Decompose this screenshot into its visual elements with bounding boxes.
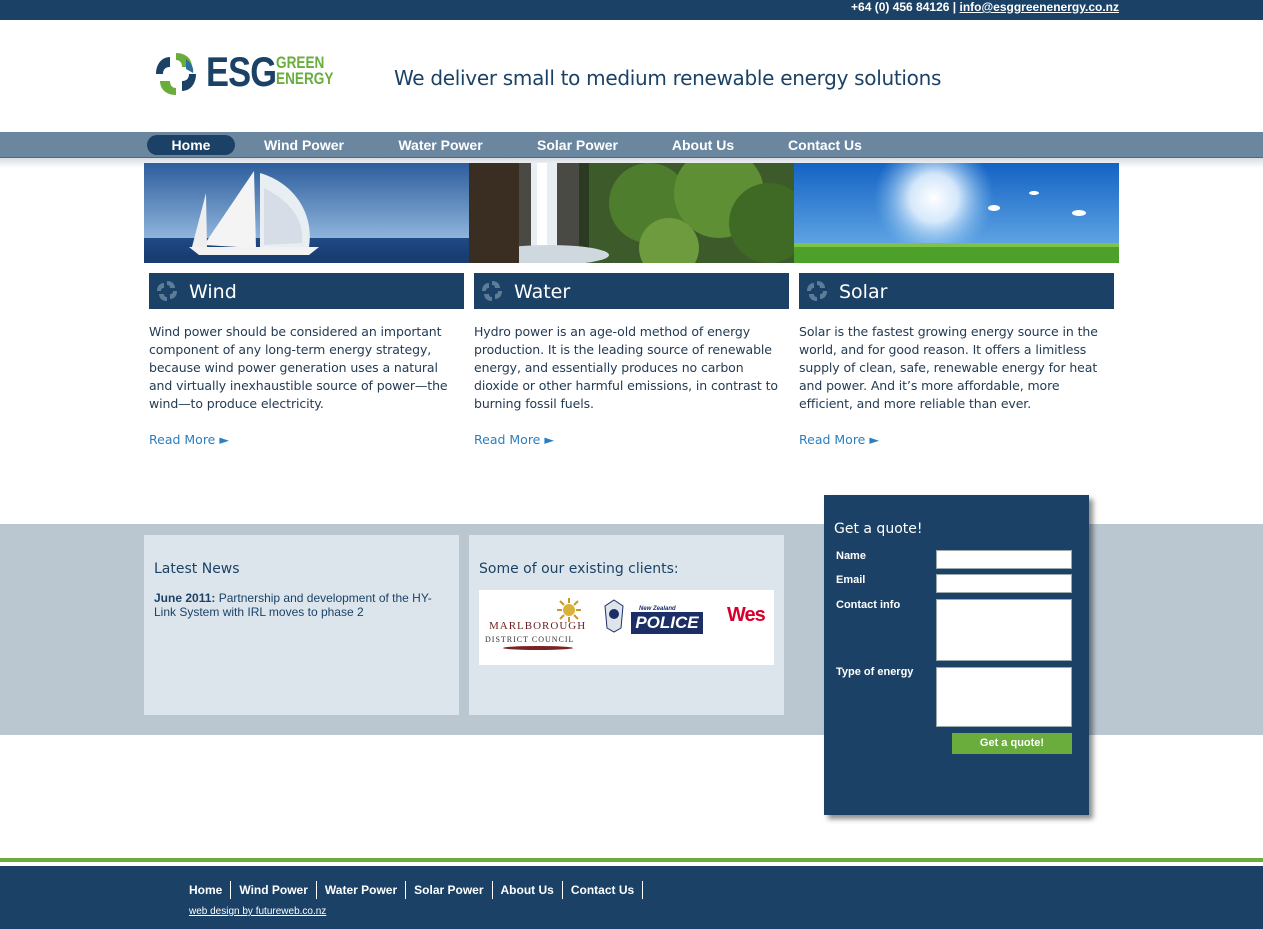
police-badge-icon xyxy=(604,599,624,633)
top-contact-bar: +64 (0) 456 84126 | info@esggreenenergy.… xyxy=(0,0,1263,20)
district-council-text: DISTRICT COUNCIL xyxy=(485,635,575,644)
footer-link-wind-power[interactable]: Wind Power xyxy=(231,881,317,899)
solar-column: Solar Solar is the fastest growing energ… xyxy=(799,273,1114,447)
swirl-icon xyxy=(482,281,502,301)
marlborough-text: MARLBOROUGH xyxy=(489,620,587,632)
footer-link-contact-us[interactable]: Contact Us xyxy=(563,881,644,899)
footer-divider xyxy=(0,858,1263,862)
waterfall-image xyxy=(469,163,794,263)
latest-news-box: Latest News June 2011: Partnership and d… xyxy=(144,535,459,715)
swirl-icon xyxy=(807,281,827,301)
contact-info: +64 (0) 456 84126 | info@esggreenenergy.… xyxy=(851,0,1119,14)
get-quote-button[interactable]: Get a quote! xyxy=(952,733,1072,754)
sun-emblem-icon xyxy=(557,598,581,622)
westpac-logo: Wes xyxy=(727,604,774,634)
tagline: We deliver small to medium renewable ene… xyxy=(394,66,942,90)
wind-title: Wind xyxy=(189,281,237,303)
energy-type-textarea[interactable] xyxy=(936,667,1072,727)
hero-images xyxy=(144,163,1119,263)
swirl-logo-icon xyxy=(156,53,196,95)
contact-info-label: Contact info xyxy=(836,599,901,611)
water-read-more-link[interactable]: Read More ► xyxy=(474,432,554,447)
nav-home[interactable]: Home xyxy=(147,135,235,155)
water-column: Water Hydro power is an age-old method o… xyxy=(474,273,789,447)
westpac-text: Wes xyxy=(727,604,766,626)
water-text: Hydro power is an age-old method of ener… xyxy=(474,324,778,411)
solar-read-more-link[interactable]: Read More ► xyxy=(799,432,879,447)
name-input[interactable] xyxy=(936,550,1072,569)
web-design-credit-link[interactable]: web design by futureweb.co.nz xyxy=(189,906,326,917)
wind-text: Wind power should be considered an impor… xyxy=(149,324,448,411)
header: ESG GREEN ENERGY We deliver small to med… xyxy=(0,20,1263,132)
latest-news-title: Latest News xyxy=(154,561,240,577)
nav-solar-power[interactable]: Solar Power xyxy=(527,135,628,155)
wind-heading: Wind xyxy=(149,273,464,309)
footer-link-solar-power[interactable]: Solar Power xyxy=(406,881,493,899)
email-label: Email xyxy=(836,574,866,586)
quote-title: Get a quote! xyxy=(834,521,923,537)
news-item: June 2011: Partnership and development o… xyxy=(154,591,444,619)
nz-police-logo: New Zealand POLICE xyxy=(603,598,713,658)
clients-box: Some of our existing clients: MARLBOROUG… xyxy=(469,535,784,715)
name-label: Name xyxy=(836,550,866,562)
separator: | xyxy=(952,0,957,14)
logo-green-energy: GREEN ENERGY xyxy=(276,54,334,88)
nav-wind-power[interactable]: Wind Power xyxy=(254,135,354,155)
clients-logos: MARLBOROUGH DISTRICT COUNCIL New Zealand… xyxy=(479,590,774,665)
water-title: Water xyxy=(514,281,571,303)
swirl-icon xyxy=(157,281,177,301)
solar-heading: Solar xyxy=(799,273,1114,309)
email-link[interactable]: info@esggreenenergy.co.nz xyxy=(959,0,1119,14)
sailboat-image xyxy=(144,163,469,263)
footer: Home Wind Power Water Power Solar Power … xyxy=(0,866,1263,929)
clients-title: Some of our existing clients: xyxy=(479,561,679,577)
energy-type-label: Type of energy xyxy=(836,666,914,678)
footer-link-water-power[interactable]: Water Power xyxy=(317,881,407,899)
nav-about-us[interactable]: About Us xyxy=(661,135,745,155)
phone-number: +64 (0) 456 84126 xyxy=(851,0,950,14)
footer-nav: Home Wind Power Water Power Solar Power … xyxy=(189,881,644,899)
wind-column: Wind Wind power should be considered an … xyxy=(149,273,464,447)
solar-sky-image xyxy=(794,163,1119,263)
logo-energy: ENERGY xyxy=(276,69,334,88)
solar-text: Solar is the fastest growing energy sour… xyxy=(799,324,1098,411)
wind-read-more-link[interactable]: Read More ► xyxy=(149,432,229,447)
email-input[interactable] xyxy=(936,574,1072,593)
logo[interactable]: ESG GREEN ENERGY xyxy=(152,47,352,99)
marlborough-logo: MARLBOROUGH DISTRICT COUNCIL xyxy=(483,598,593,658)
police-text: POLICE xyxy=(631,612,703,634)
footer-link-home[interactable]: Home xyxy=(189,881,232,899)
news-date: June 2011: xyxy=(154,591,216,605)
nav-contact-us[interactable]: Contact Us xyxy=(778,135,872,155)
solar-title: Solar xyxy=(839,281,888,303)
water-heading: Water xyxy=(474,273,789,309)
logo-esg-text: ESG xyxy=(206,48,277,95)
main-nav: Home Wind Power Water Power Solar Power … xyxy=(0,132,1263,158)
quote-form: Get a quote! Name Email Contact info Typ… xyxy=(824,495,1089,815)
nav-water-power[interactable]: Water Power xyxy=(388,135,493,155)
contact-info-textarea[interactable] xyxy=(936,599,1072,661)
footer-link-about-us[interactable]: About Us xyxy=(493,881,563,899)
